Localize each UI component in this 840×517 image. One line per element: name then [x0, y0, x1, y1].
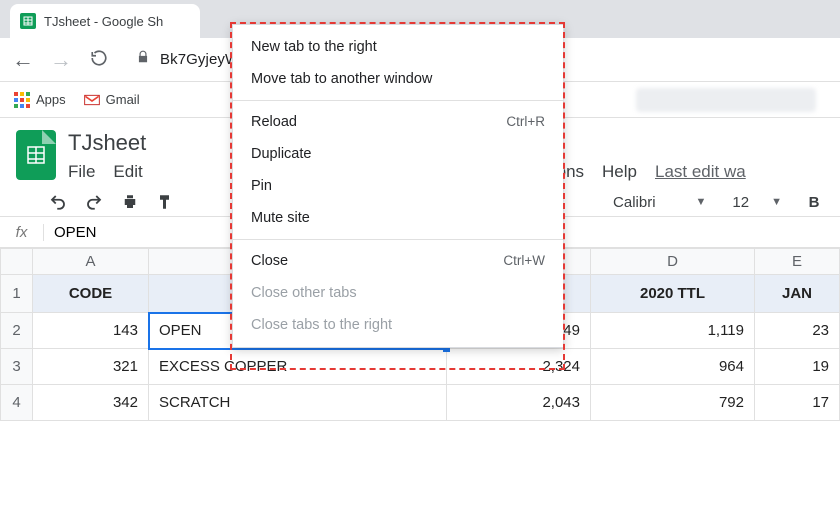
undo-icon[interactable] — [48, 192, 68, 212]
ctx-new-tab-right[interactable]: New tab to the right — [233, 31, 563, 63]
table-row[interactable]: 4 342 SCRATCH 2,043 792 17 — [1, 385, 840, 421]
col-header[interactable]: D — [591, 249, 755, 275]
ctx-move-tab[interactable]: Move tab to another window — [233, 63, 563, 95]
table-row[interactable]: 3 321 EXCESS COPPER 2,324 964 19 — [1, 349, 840, 385]
menu-help[interactable]: Help — [602, 162, 637, 182]
cell[interactable]: 2,324 — [447, 349, 591, 385]
cell[interactable]: 792 — [591, 385, 755, 421]
ctx-close[interactable]: Close Ctrl+W — [233, 245, 563, 277]
reload-icon[interactable] — [88, 47, 110, 73]
font-size-select[interactable]: 12 ▼ — [732, 194, 782, 211]
ctx-label: New tab to the right — [251, 39, 377, 55]
browser-tab-title: TJsheet - Google Sh — [44, 14, 163, 29]
cell-value: OPEN — [159, 322, 202, 339]
menu-edit[interactable]: Edit — [113, 162, 142, 182]
ctx-shortcut: Ctrl+R — [506, 114, 545, 130]
font-size: 12 — [732, 194, 749, 211]
ctx-label: Move tab to another window — [251, 71, 432, 87]
apps-bookmark[interactable]: Apps — [14, 92, 66, 108]
col-header[interactable]: A — [33, 249, 149, 275]
browser-tab[interactable]: TJsheet - Google Sh — [10, 4, 200, 38]
ctx-label: Duplicate — [251, 146, 311, 162]
fx-label: fx — [0, 224, 44, 241]
ctx-separator — [233, 239, 563, 240]
apps-grid-icon — [14, 92, 30, 108]
gmail-bookmark[interactable]: Gmail — [84, 92, 140, 107]
print-icon[interactable] — [120, 192, 140, 212]
sheets-favicon-icon — [20, 13, 36, 29]
sheets-logo-icon[interactable] — [16, 130, 56, 180]
paint-format-icon[interactable] — [156, 192, 176, 212]
ctx-pin[interactable]: Pin — [233, 170, 563, 202]
ctx-shortcut: Ctrl+W — [503, 253, 545, 269]
tab-context-menu: New tab to the right Move tab to another… — [232, 24, 564, 348]
row-number[interactable]: 2 — [1, 313, 33, 349]
cell[interactable]: 143 — [33, 313, 149, 349]
cell[interactable]: 1,119 — [591, 313, 755, 349]
cell[interactable]: 17 — [755, 385, 840, 421]
font-select[interactable]: Calibri ▼ — [613, 194, 706, 211]
cell[interactable]: 342 — [33, 385, 149, 421]
cell[interactable]: 2,043 — [447, 385, 591, 421]
row-number[interactable]: 1 — [1, 275, 33, 313]
ctx-separator — [233, 100, 563, 101]
cell[interactable]: SCRATCH — [149, 385, 447, 421]
ctx-label: Mute site — [251, 210, 310, 226]
font-name: Calibri — [613, 194, 656, 211]
back-icon[interactable]: ← — [12, 47, 34, 73]
ctx-label: Close tabs to the right — [251, 317, 392, 333]
select-all-corner[interactable] — [1, 249, 33, 275]
cell[interactable]: 321 — [33, 349, 149, 385]
cell[interactable]: EXCESS COPPER — [149, 349, 447, 385]
gmail-label: Gmail — [106, 92, 140, 107]
apps-label: Apps — [36, 92, 66, 107]
menu-file[interactable]: File — [68, 162, 95, 182]
gmail-icon — [84, 94, 100, 106]
ctx-label: Reload — [251, 114, 297, 130]
ctx-reload[interactable]: Reload Ctrl+R — [233, 106, 563, 138]
col-header[interactable]: E — [755, 249, 840, 275]
ctx-close-other[interactable]: Close other tabs — [233, 277, 563, 309]
ctx-duplicate[interactable]: Duplicate — [233, 138, 563, 170]
bold-icon[interactable]: B — [804, 192, 824, 212]
cell[interactable]: 23 — [755, 313, 840, 349]
row-number[interactable]: 4 — [1, 385, 33, 421]
chevron-down-icon: ▼ — [696, 196, 707, 208]
blurred-bookmark — [636, 88, 816, 112]
chevron-down-icon: ▼ — [771, 196, 782, 208]
cell[interactable]: 2020 TTL — [591, 275, 755, 313]
cell[interactable]: CODE — [33, 275, 149, 313]
forward-icon[interactable]: → — [50, 47, 72, 73]
cell[interactable]: 964 — [591, 349, 755, 385]
ctx-label: Pin — [251, 178, 272, 194]
ctx-mute-site[interactable]: Mute site — [233, 202, 563, 234]
ctx-label: Close — [251, 253, 288, 269]
row-number[interactable]: 3 — [1, 349, 33, 385]
ctx-label: Close other tabs — [251, 285, 357, 301]
redo-icon[interactable] — [84, 192, 104, 212]
lock-icon — [136, 49, 150, 70]
cell[interactable]: 19 — [755, 349, 840, 385]
ctx-close-right[interactable]: Close tabs to the right — [233, 309, 563, 341]
last-edit-link[interactable]: Last edit wa — [655, 162, 746, 182]
cell[interactable]: JAN — [755, 275, 840, 313]
